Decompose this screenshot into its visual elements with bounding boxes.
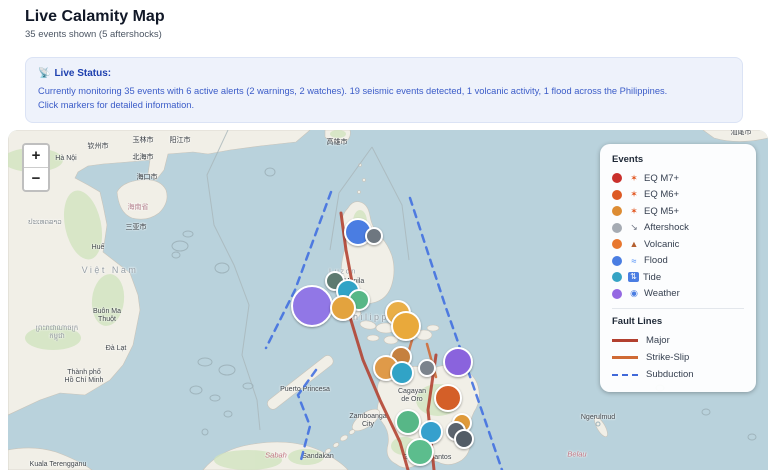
legend-event-label: Aftershock	[644, 222, 689, 233]
legend-fault-label: Subduction	[646, 369, 694, 380]
legend-fault-label: Strike-Slip	[646, 352, 689, 363]
legend-color-dot	[612, 272, 622, 282]
legend-event-label: EQ M5+	[644, 206, 679, 217]
weather-icon: ◉	[628, 288, 640, 299]
legend-color-dot	[612, 190, 622, 200]
event-marker-aftershock[interactable]	[454, 429, 474, 449]
eq-m7--icon: ✶	[628, 173, 640, 184]
live-calamity-map-page: Live Calamity Map 35 events shown (5 aft…	[0, 0, 768, 470]
major-line-sample	[612, 339, 638, 342]
legend-event-label: EQ M7+	[644, 173, 679, 184]
eq-m5--icon: ✶	[628, 206, 640, 217]
legend-color-dot	[612, 256, 622, 266]
eq-m6--icon: ✶	[628, 189, 640, 200]
legend-event-row: ✶ EQ M7+	[612, 170, 744, 187]
legend-fault-label: Major	[646, 335, 670, 346]
event-marker-event[interactable]	[406, 438, 434, 466]
flood-icon: ≈	[628, 256, 640, 266]
legend-event-label: Volcanic	[644, 239, 679, 250]
event-marker-aftershock[interactable]	[418, 359, 436, 377]
legend-color-dot	[612, 289, 622, 299]
map-legend: Events ✶ EQ M7+ ✶ EQ M6+ ✶ EQ M5+ ↘ Aftershock ▲…	[600, 144, 756, 392]
legend-faults-list: Major Strike-Slip Subduction	[612, 332, 744, 383]
calamity-map[interactable]: 汕尾市高雄市钦州市玉林市阳江市北海市海口市海南省三亚市Hà Nộiປະເທດລາ…	[8, 130, 768, 470]
event-marker-weather[interactable]	[443, 347, 473, 377]
event-marker-eq-m6[interactable]	[434, 384, 462, 412]
legend-event-row: ◉ Weather	[612, 286, 744, 303]
event-marker-event[interactable]	[395, 409, 421, 435]
legend-event-row: ▲ Volcanic	[612, 236, 744, 253]
legend-event-row: ⇅ Tide	[612, 269, 744, 286]
legend-events-list: ✶ EQ M7+ ✶ EQ M6+ ✶ EQ M5+ ↘ Aftershock ▲ Volcani…	[612, 170, 744, 302]
live-status-title: 📡 Live Status:	[38, 68, 730, 79]
legend-event-label: EQ M6+	[644, 189, 679, 200]
event-marker-aftershock[interactable]	[365, 227, 383, 245]
legend-color-dot	[612, 239, 622, 249]
legend-event-label: Flood	[644, 255, 668, 266]
legend-divider	[612, 308, 744, 309]
satellite-antenna-icon: 📡	[38, 68, 50, 79]
legend-fault-row: Strike-Slip	[612, 349, 744, 366]
page-title: Live Calamity Map	[25, 8, 165, 26]
legend-events-title: Events	[612, 154, 744, 165]
legend-event-label: Tide	[643, 272, 661, 283]
aftershock-icon: ↘	[628, 222, 640, 233]
live-status-title-text: Live Status:	[54, 68, 111, 79]
event-marker-tide[interactable]	[390, 361, 414, 385]
event-marker-eq-m5[interactable]	[391, 311, 421, 341]
legend-event-row: ✶ EQ M5+	[612, 203, 744, 220]
zoom-in-button[interactable]: +	[24, 145, 48, 168]
legend-event-label: Weather	[644, 288, 680, 299]
subduction-line-sample	[612, 374, 638, 376]
legend-event-row: ✶ EQ M6+	[612, 187, 744, 204]
events-count-subtitle: 35 events shown (5 aftershocks)	[25, 29, 162, 40]
strike-slip-line-sample	[612, 356, 638, 359]
legend-color-dot	[612, 173, 622, 183]
legend-fault-row: Major	[612, 332, 744, 349]
legend-event-row: ≈ Flood	[612, 253, 744, 270]
live-status-banner: 📡 Live Status: Currently monitoring 35 ev…	[25, 57, 743, 123]
tide-icon: ⇅	[628, 272, 639, 282]
map-zoom-control: + −	[22, 143, 50, 192]
volcanic-icon: ▲	[628, 239, 640, 249]
legend-faults-title: Fault Lines	[612, 316, 744, 327]
zoom-out-button[interactable]: −	[24, 168, 48, 190]
live-status-description: Currently monitoring 35 events with 6 ac…	[38, 84, 730, 112]
legend-color-dot	[612, 206, 622, 216]
event-marker-eq-m5[interactable]	[330, 295, 356, 321]
legend-color-dot	[612, 223, 622, 233]
event-marker-weather[interactable]	[291, 285, 333, 327]
legend-event-row: ↘ Aftershock	[612, 220, 744, 237]
legend-fault-row: Subduction	[612, 366, 744, 383]
